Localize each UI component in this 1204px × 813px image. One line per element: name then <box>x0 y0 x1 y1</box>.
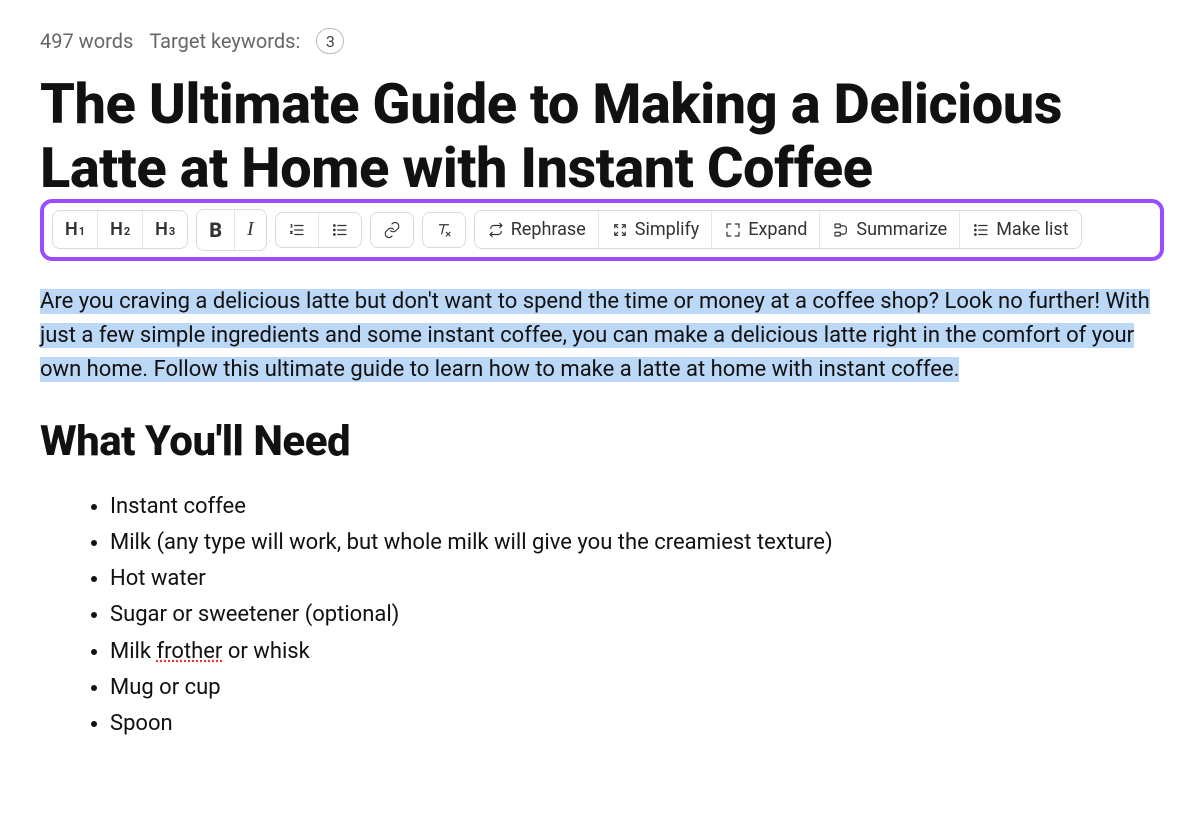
italic-button[interactable]: I <box>235 210 266 250</box>
format-group: B I <box>196 209 267 251</box>
rephrase-label: Rephrase <box>511 219 586 240</box>
bold-label: B <box>209 218 222 242</box>
ingredients-list: Instant coffee Milk (any type will work,… <box>40 490 1164 741</box>
section-heading: What You'll Need <box>40 409 1164 474</box>
word-count: 497 words <box>40 29 133 53</box>
clear-format-button[interactable] <box>423 213 465 247</box>
ordered-list-icon <box>288 221 306 239</box>
h2-label: H2 <box>110 219 130 240</box>
spelling-error[interactable]: frother <box>157 639 223 664</box>
make-list-button[interactable]: Make list <box>960 211 1080 248</box>
list-item: Milk (any type will work, but whole milk… <box>110 526 1164 560</box>
heading-group: H1 H2 H3 <box>52 210 188 249</box>
h3-label: H3 <box>155 219 175 240</box>
selected-text: Are you craving a delicious latte but do… <box>40 289 1150 382</box>
unordered-list-icon <box>331 221 349 239</box>
list-item: Instant coffee <box>110 490 1164 524</box>
summarize-icon <box>832 221 850 239</box>
ordered-list-button[interactable] <box>276 213 319 247</box>
summarize-button[interactable]: Summarize <box>820 211 960 248</box>
list-item: Hot water <box>110 562 1164 596</box>
rephrase-icon <box>487 221 505 239</box>
expand-button[interactable]: Expand <box>712 211 820 248</box>
clear-group <box>422 212 466 248</box>
list-item: Milk frother or whisk <box>110 635 1164 669</box>
italic-label: I <box>247 218 254 241</box>
editor-content[interactable]: Are you craving a delicious latte but do… <box>40 285 1164 741</box>
expand-label: Expand <box>748 219 807 240</box>
h1-button[interactable]: H1 <box>53 211 98 248</box>
floating-toolbar: H1 H2 H3 B I <box>40 199 1164 261</box>
list-item: Sugar or sweetener (optional) <box>110 598 1164 632</box>
list-item: Mug or cup <box>110 671 1164 705</box>
ai-actions-group: Rephrase Simplify Expand Summarize Make … <box>474 210 1082 249</box>
simplify-button[interactable]: Simplify <box>599 211 713 248</box>
rephrase-button[interactable]: Rephrase <box>475 211 599 248</box>
intro-paragraph: Are you craving a delicious latte but do… <box>40 285 1164 387</box>
link-icon <box>383 221 401 239</box>
h1-label: H1 <box>65 219 85 240</box>
keywords-count-badge[interactable]: 3 <box>316 28 344 54</box>
unordered-list-button[interactable] <box>319 213 361 247</box>
list-group <box>275 212 362 248</box>
h2-button[interactable]: H2 <box>98 211 143 248</box>
make-list-label: Make list <box>996 219 1068 240</box>
list-item: Spoon <box>110 707 1164 741</box>
expand-icon <box>724 221 742 239</box>
simplify-icon <box>611 221 629 239</box>
make-list-icon <box>972 221 990 239</box>
page-title: The Ultimate Guide to Making a Delicious… <box>40 72 1164 201</box>
link-button[interactable] <box>371 213 413 247</box>
summarize-label: Summarize <box>856 219 947 240</box>
simplify-label: Simplify <box>635 219 700 240</box>
meta-row: 497 words Target keywords: 3 <box>40 28 1164 54</box>
keywords-label: Target keywords: <box>149 29 300 53</box>
clear-format-icon <box>435 221 453 239</box>
bold-button[interactable]: B <box>197 210 235 250</box>
link-group <box>370 212 414 248</box>
h3-button[interactable]: H3 <box>143 211 187 248</box>
